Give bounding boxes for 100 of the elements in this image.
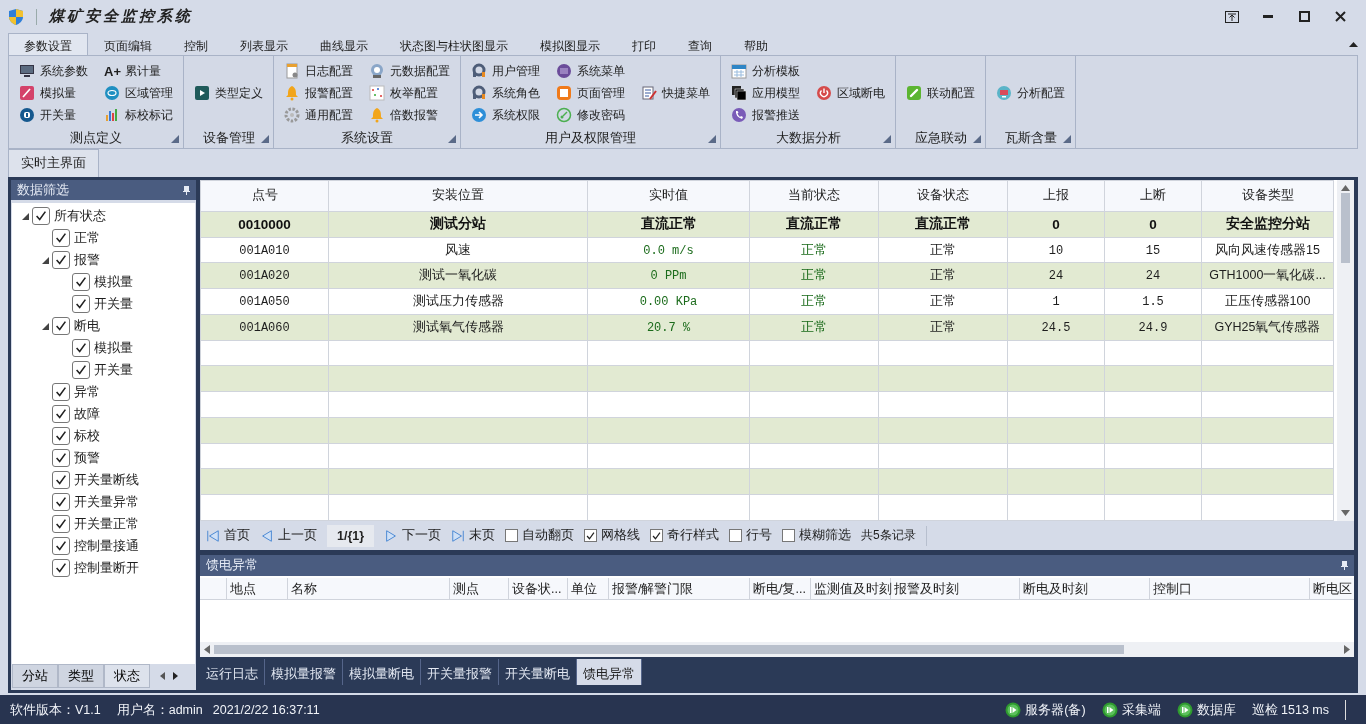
tree-item[interactable]: 模拟量 [94, 339, 133, 357]
ribbon-button[interactable]: 模拟量 [17, 82, 90, 104]
tree-item[interactable]: 开关量正常 [74, 515, 139, 533]
tree-item[interactable]: 预警 [74, 449, 100, 467]
ribbon-button[interactable]: 系统权限 [469, 104, 542, 126]
pager-button[interactable]: 首页 [206, 527, 250, 544]
scrollbar[interactable] [200, 642, 1354, 657]
ribbon-button[interactable]: 分析模板 [729, 60, 802, 82]
ribbon-tab[interactable]: 帮助 [728, 33, 784, 55]
ribbon-button[interactable]: 开关量 [17, 104, 90, 126]
ribbon-button[interactable]: 系统参数 [17, 60, 90, 82]
panel-tab[interactable]: 分站 [12, 664, 58, 688]
checkbox[interactable] [52, 449, 70, 467]
ribbon-tab[interactable]: 曲线显示 [304, 33, 384, 55]
ribbon-button[interactable]: 快捷菜单 [639, 82, 712, 104]
checkbox[interactable] [72, 273, 90, 291]
column-header[interactable]: 断电/复... [750, 578, 811, 599]
column-header[interactable]: 当前状态 [749, 180, 879, 212]
checkbox[interactable] [52, 229, 70, 247]
panel-tab[interactable]: 开关量报警 [421, 659, 499, 685]
checkbox[interactable] [52, 383, 70, 401]
column-header[interactable]: 地点 [227, 578, 288, 599]
option-label[interactable]: 网格线 [601, 527, 641, 544]
ribbon-button[interactable]: 日志配置 [282, 60, 355, 82]
ribbon-tab[interactable]: 查询 [672, 33, 728, 55]
column-header[interactable]: 设备状态 [878, 180, 1008, 212]
launcher-icon[interactable] [883, 135, 891, 143]
ribbon-button[interactable]: 联动配置 [904, 82, 977, 104]
checkbox[interactable] [782, 529, 796, 542]
document-tab[interactable]: 实时主界面 [8, 149, 99, 177]
checkbox[interactable] [52, 405, 70, 423]
tree-item[interactable]: 故障 [74, 405, 100, 423]
tree-item[interactable]: 控制量接通 [74, 537, 139, 555]
column-header[interactable]: 安装位置 [328, 180, 588, 212]
scroll-thumb[interactable] [214, 645, 1124, 654]
option-label[interactable]: 自动翻页 [522, 527, 575, 544]
checkbox[interactable] [505, 529, 519, 542]
checkbox[interactable] [32, 207, 50, 225]
ribbon-button[interactable]: 报警推送 [729, 104, 802, 126]
checkbox[interactable] [729, 529, 743, 542]
ribbon-button[interactable]: 页面管理 [554, 82, 627, 104]
launcher-icon[interactable] [1063, 135, 1071, 143]
panel-tab[interactable]: 类型 [58, 664, 104, 688]
checkbox[interactable] [52, 471, 70, 489]
checkbox[interactable] [52, 537, 70, 555]
tree-item[interactable]: 开关量 [94, 361, 133, 379]
ribbon-button[interactable]: 分析配置 [994, 82, 1067, 104]
scroll-up-icon[interactable] [1341, 185, 1350, 191]
column-header[interactable]: 名称 [288, 578, 450, 599]
tree-item[interactable]: 开关量异常 [74, 493, 139, 511]
column-header[interactable]: 报警及时刻 [891, 578, 1020, 599]
option-label[interactable]: 模糊筛选 [799, 527, 852, 544]
column-header[interactable]: 上报 [1007, 180, 1105, 212]
checkbox[interactable] [72, 339, 90, 357]
ribbon-button[interactable]: 用户管理 [469, 60, 542, 82]
launcher-icon[interactable] [973, 135, 981, 143]
checkbox[interactable] [52, 493, 70, 511]
scroll-left-icon[interactable] [160, 672, 165, 680]
column-header[interactable]: 点号 [200, 180, 329, 212]
ribbon-tab[interactable]: 模拟图显示 [524, 33, 616, 55]
scroll-right-icon[interactable] [173, 672, 178, 680]
tree-item[interactable]: 开关量 [94, 295, 133, 313]
ribbon-button[interactable]: 系统角色 [469, 82, 542, 104]
column-header[interactable]: 控制口 [1150, 578, 1310, 599]
column-header[interactable]: 测点 [450, 578, 509, 599]
collapse-icon[interactable] [1349, 41, 1358, 47]
column-header[interactable]: 上断 [1104, 180, 1202, 212]
column-header[interactable]: 设备状... [509, 578, 568, 599]
pager-button[interactable]: 末页 [451, 527, 496, 544]
tree-item[interactable]: 模拟量 [94, 273, 133, 291]
column-header[interactable]: 单位 [568, 578, 609, 599]
scroll-left-icon[interactable] [204, 645, 210, 654]
ribbon-button[interactable]: 区域管理 [102, 82, 175, 104]
tree-item[interactable]: 报警 [74, 251, 100, 269]
column-header[interactable]: 报警/解警门限 [609, 578, 750, 599]
column-header[interactable]: 实时值 [587, 180, 750, 212]
checkbox[interactable] [72, 361, 90, 379]
tree-item[interactable]: 标校 [74, 427, 100, 445]
ribbon-button[interactable]: 报警配置 [282, 82, 355, 104]
column-header[interactable]: 断电及时刻 [1020, 578, 1150, 599]
ribbon-tab[interactable]: 页面编辑 [88, 33, 168, 55]
tree-item[interactable]: 所有状态 [54, 207, 106, 225]
ribbon-button[interactable]: 系统菜单 [554, 60, 627, 82]
panel-tab[interactable]: 模拟量报警 [265, 659, 343, 685]
panel-tab[interactable]: 模拟量断电 [343, 659, 421, 685]
expander-icon[interactable] [20, 211, 30, 221]
option-label[interactable]: 奇行样式 [667, 527, 720, 544]
ribbon-button[interactable]: 元数据配置 [367, 60, 452, 82]
column-header[interactable]: 设备类型 [1201, 180, 1334, 212]
scroll-thumb[interactable] [1341, 193, 1350, 263]
pager-button[interactable]: 下一页 [384, 527, 442, 544]
checkbox[interactable] [52, 317, 70, 335]
panel-tab[interactable]: 运行日志 [200, 659, 265, 685]
ribbon-button[interactable]: 类型定义 [192, 82, 265, 104]
tree-item[interactable]: 断电 [74, 317, 100, 335]
launcher-icon[interactable] [708, 135, 716, 143]
ribbon-button[interactable]: 区域断电 [814, 82, 887, 104]
column-header[interactable]: 监测值及时刻 [811, 578, 891, 599]
ribbon-tab[interactable]: 参数设置 [8, 33, 88, 55]
ribbon-button[interactable]: 倍数报警 [367, 104, 452, 126]
